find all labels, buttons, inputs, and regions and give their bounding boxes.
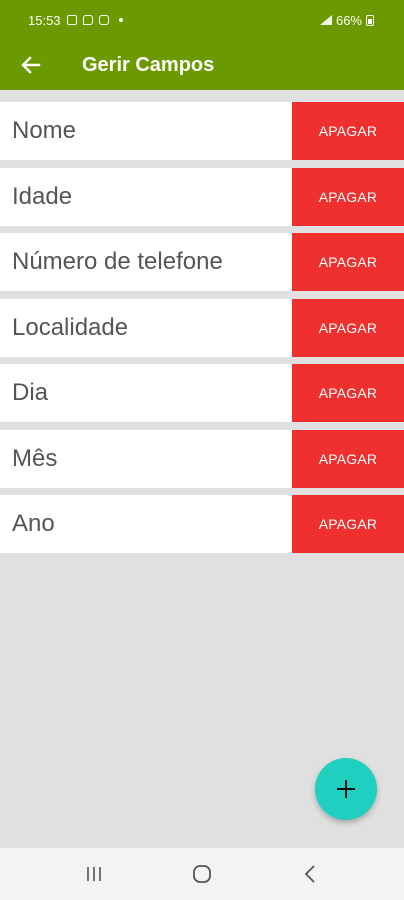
app-bar: Gerir Campos xyxy=(0,40,404,90)
delete-button[interactable]: APAGAR xyxy=(292,102,404,160)
field-label: Idade xyxy=(12,182,73,210)
recents-button[interactable] xyxy=(69,854,119,894)
field-label: Nome xyxy=(12,117,77,144)
status-bar-right: 66% xyxy=(319,12,374,28)
field-label: Dia xyxy=(12,379,49,406)
list-item: Localidade APAGAR xyxy=(0,298,404,357)
delete-button[interactable]: APAGAR xyxy=(292,495,404,553)
field-label: Mês xyxy=(12,444,58,472)
list-item: Idade APAGAR xyxy=(0,167,404,226)
status-time: 15:53 xyxy=(28,12,61,28)
navigation-bar xyxy=(0,848,404,900)
field-label: Ano xyxy=(12,510,55,537)
arrow-left-icon xyxy=(21,56,41,74)
list-item: Nome APAGAR xyxy=(0,102,404,160)
plus-icon xyxy=(337,780,355,798)
screen: 15:53 66% Gerir Campos Nome APAGAR Idade… xyxy=(0,0,404,900)
signal-icon xyxy=(319,15,332,25)
battery-percent: 66% xyxy=(335,12,362,28)
back-icon xyxy=(304,865,315,883)
back-button[interactable] xyxy=(0,40,64,90)
add-field-button[interactable] xyxy=(315,758,377,820)
list-item: Número de telefone APAGAR xyxy=(0,233,404,291)
gallery-icon xyxy=(66,15,77,25)
recents-icon xyxy=(87,867,101,881)
field-label: Localidade xyxy=(12,313,129,341)
delete-button[interactable]: APAGAR xyxy=(292,364,404,422)
page-title: Gerir Campos xyxy=(82,53,215,76)
field-label: Número de telefone xyxy=(12,248,223,275)
list-item: Ano APAGAR xyxy=(0,495,404,553)
delete-button[interactable]: APAGAR xyxy=(292,429,404,488)
home-icon xyxy=(193,865,211,883)
fields-list: Nome APAGAR Idade APAGAR Número de telef… xyxy=(0,102,404,561)
message-icon xyxy=(82,15,93,25)
delete-button[interactable]: APAGAR xyxy=(292,298,404,357)
battery-icon xyxy=(366,14,374,26)
dot-icon xyxy=(118,18,123,22)
home-button[interactable] xyxy=(177,854,227,894)
delete-button[interactable]: APAGAR xyxy=(292,167,404,226)
system-back-button[interactable] xyxy=(285,854,335,894)
list-item: Mês APAGAR xyxy=(0,429,404,488)
status-bar-left: 15:53 xyxy=(28,13,123,28)
status-bar: 15:53 66% xyxy=(0,0,404,40)
instagram-icon xyxy=(98,15,109,25)
delete-button[interactable]: APAGAR xyxy=(292,233,404,291)
list-item: Dia APAGAR xyxy=(0,364,404,422)
